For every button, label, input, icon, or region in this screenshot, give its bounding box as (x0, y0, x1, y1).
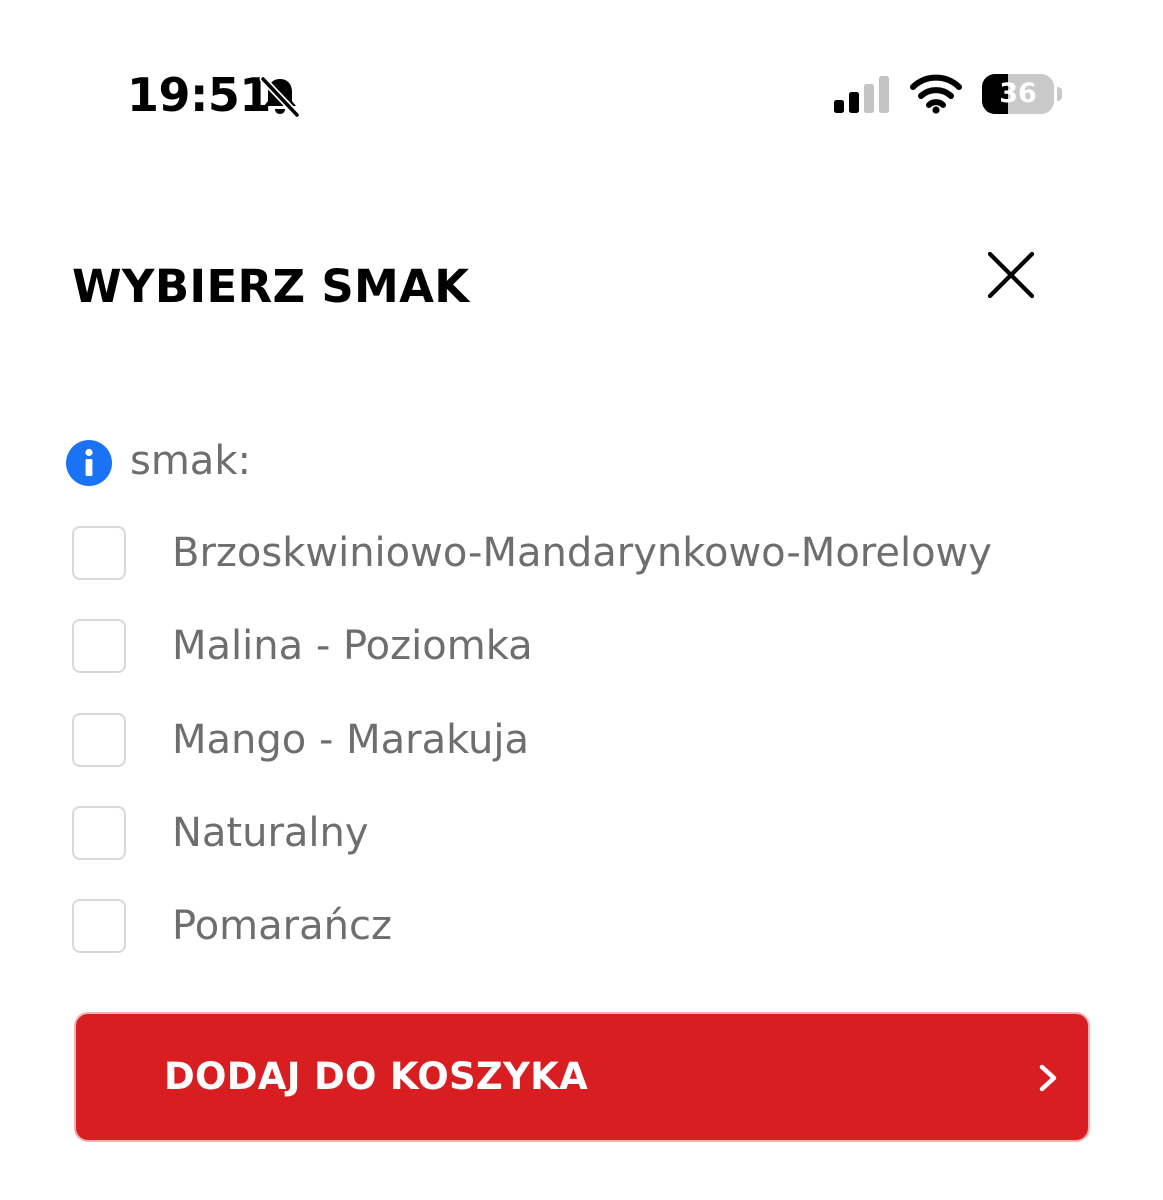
flavor-checkbox[interactable] (72, 526, 126, 580)
flavor-option-label: Brzoskwiniowo-Mandarynkowo-Morelowy (172, 530, 992, 576)
flavor-option-label: Pomarańcz (172, 903, 392, 950)
flavor-checkbox[interactable] (72, 899, 126, 954)
cellular-signal-icon (834, 76, 889, 113)
add-to-cart-label: DODAJ DO KOSZYKA (164, 1055, 589, 1098)
flavor-option[interactable]: Malina - Poziomka (72, 617, 1092, 710)
bell-slash-icon (259, 75, 301, 118)
flavor-option-label: Malina - Poziomka (172, 623, 533, 670)
flavor-option-label: Naturalny (172, 809, 369, 856)
flavor-option-list: Brzoskwiniowo-Mandarynkowo-Morelowy Mali… (72, 524, 1092, 990)
status-time: 19:51 (127, 68, 271, 122)
chevron-right-icon (1039, 1064, 1057, 1092)
close-icon (987, 251, 1035, 299)
modal-title: WYBIERZ SMAK (72, 260, 470, 313)
flavor-option[interactable]: Brzoskwiniowo-Mandarynkowo-Morelowy (72, 524, 1092, 617)
flavor-checkbox[interactable] (72, 619, 126, 674)
status-bar: 19:51 36 (0, 0, 1163, 150)
battery-body: 36 (982, 74, 1054, 114)
close-button[interactable] (978, 242, 1044, 308)
flavor-checkbox[interactable] (72, 805, 126, 860)
battery-cap (1057, 87, 1062, 101)
add-to-cart-button[interactable]: DODAJ DO KOSZYKA (74, 1012, 1090, 1142)
wifi-icon (910, 74, 962, 114)
flavor-option[interactable]: Naturalny (72, 804, 1092, 897)
info-icon (66, 440, 112, 486)
flavor-option[interactable]: Pomarańcz (72, 897, 1092, 990)
flavor-option[interactable]: Mango - Marakuja (72, 711, 1092, 804)
flavor-group-label: smak: (130, 438, 251, 484)
battery-level: 36 (999, 78, 1037, 109)
battery-icon: 36 (982, 74, 1064, 114)
flavor-checkbox[interactable] (72, 712, 126, 767)
flavor-option-label: Mango - Marakuja (172, 716, 529, 763)
